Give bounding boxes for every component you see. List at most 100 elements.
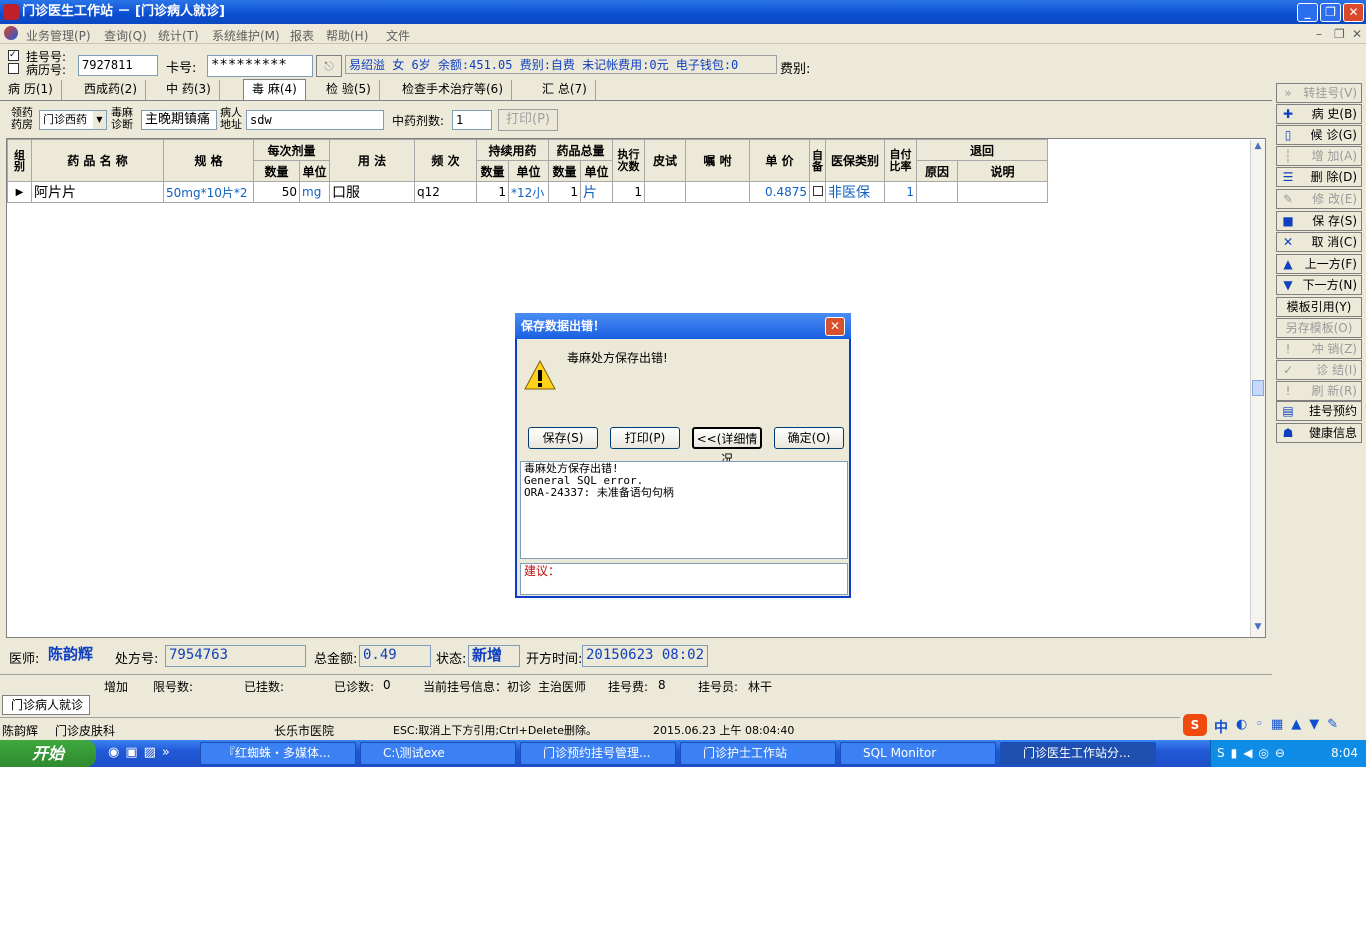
cell-desc[interactable] xyxy=(957,181,1048,203)
cell-reason[interactable] xyxy=(916,181,958,203)
dialog-ok-button[interactable]: 确定(O) xyxy=(774,427,844,449)
menu-stats[interactable]: 统计(T) xyxy=(158,27,199,44)
scroll-down-icon[interactable]: ▼ xyxy=(1252,622,1264,636)
right-button-icon: ✓ xyxy=(1282,363,1294,377)
tab-narcotic[interactable]: 毒 麻(4) xyxy=(243,79,306,100)
right-button-12[interactable]: ! 冲 销(Z) xyxy=(1276,339,1362,359)
chevron-down-icon[interactable]: ▼ xyxy=(93,111,106,129)
right-button-1[interactable]: ✚ 病 史(B) xyxy=(1276,104,1362,124)
dialog-advice-box[interactable]: 建议： xyxy=(520,563,848,595)
cell-usage[interactable]: 口服 xyxy=(329,181,415,203)
scroll-up-icon[interactable]: ▲ xyxy=(1252,141,1264,155)
menu-maintenance[interactable]: 系统维护(M) xyxy=(212,27,280,44)
patient-info: 易绍溢 女 6岁 余额:451.05 费别:自费 未记帐费用:0元 电子钱包:0 xyxy=(345,55,777,74)
table-row[interactable]: ▶ 阿片片 50mg*10片*2 50 mg 口服 q12 1 *12小 1 片… xyxy=(7,181,1048,203)
cell-name[interactable]: 阿片片 xyxy=(31,181,164,203)
start-button[interactable]: 开始 xyxy=(0,740,96,767)
tab-summary[interactable]: 汇 总(7) xyxy=(534,80,596,100)
addr-field[interactable]: sdw xyxy=(246,110,384,130)
right-button-8[interactable]: ▲ 上一方(F) xyxy=(1276,254,1362,274)
tab-lab[interactable]: 检 验(5) xyxy=(318,80,380,100)
tab-chinese[interactable]: 中 药(3) xyxy=(158,80,220,100)
tab-exam[interactable]: 检查手术治疗等(6) xyxy=(394,80,512,100)
cell-total-unit[interactable]: 片 xyxy=(580,181,613,203)
right-button-15[interactable]: ▤ 挂号预约 xyxy=(1276,401,1362,421)
menu-help[interactable]: 帮助(H) xyxy=(326,27,368,44)
cell-note[interactable] xyxy=(685,181,750,203)
status-bar-2: 陈韵辉 门诊皮肤科 长乐市医院 ESC:取消上下方引用;Ctrl+Delete删… xyxy=(0,717,1180,739)
cell-dose-unit[interactable]: mg xyxy=(299,181,330,203)
right-button-label: 保 存(S) xyxy=(1312,214,1357,228)
dialog-detail-box[interactable]: 毒麻处方保存出错! General SQL error. ORA-24337: … xyxy=(520,461,848,559)
tray-icons-icon[interactable]: S▮◀◎⊖ xyxy=(1217,740,1291,767)
addr-label: 病人地址 xyxy=(220,106,242,131)
ime-tools-icon[interactable]: ◐◦▦▲▼✎ xyxy=(1236,717,1346,732)
right-button-11[interactable]: 另存模板(O) xyxy=(1276,318,1362,338)
right-button-16[interactable]: ☗ 健康信息 xyxy=(1276,423,1362,443)
taskbar-item-appointment[interactable]: 门诊预约挂号管理... xyxy=(520,742,676,765)
cell-self-checkbox[interactable] xyxy=(809,181,826,203)
right-button-14[interactable]: ! 刷 新(R) xyxy=(1276,381,1362,401)
right-button-0[interactable]: » 转挂号(V) xyxy=(1276,83,1362,103)
menu-file[interactable]: 文件 xyxy=(386,27,410,44)
cell-total-qty[interactable]: 1 xyxy=(548,181,581,203)
reg-no-checkbox[interactable]: ✓ xyxy=(8,50,19,61)
cell-skin[interactable] xyxy=(644,181,686,203)
right-button-7[interactable]: ✕ 取 消(C) xyxy=(1276,232,1362,252)
maximize-button[interactable]: ❐ xyxy=(1320,3,1341,22)
print-button[interactable]: 打印(P) xyxy=(498,109,558,131)
menu-query[interactable]: 查询(Q) xyxy=(104,27,147,44)
total-label: 总金额: xyxy=(314,652,358,667)
status-hospital: 长乐市医院 xyxy=(274,724,335,738)
scroll-thumb[interactable] xyxy=(1252,380,1264,396)
tab-history[interactable]: 病 历(1) xyxy=(0,80,62,100)
right-button-4[interactable]: ☰ 删 除(D) xyxy=(1276,167,1362,187)
taskbar-item-redspider[interactable]: 『红蜘蛛・多媒体... xyxy=(200,742,356,765)
cell-cont-qty[interactable]: 1 xyxy=(476,181,509,203)
cell-spec[interactable]: 50mg*10片*2 xyxy=(163,181,254,203)
cell-ins[interactable]: 非医保 xyxy=(825,181,885,203)
mdi-close-icon[interactable]: ✕ xyxy=(1352,27,1362,41)
right-button-5[interactable]: ✎ 修 改(E) xyxy=(1276,189,1362,209)
minimize-button[interactable]: _ xyxy=(1297,3,1318,22)
cell-dose-qty[interactable]: 50 xyxy=(253,181,300,203)
mdi-restore-icon[interactable]: ❐ xyxy=(1334,27,1345,41)
right-button-6[interactable]: ■ 保 存(S) xyxy=(1276,211,1362,231)
diag-field[interactable]: 主晚期镇痛 xyxy=(141,110,217,130)
herb-stepper[interactable]: 1 xyxy=(452,110,492,130)
cell-cont-unit[interactable]: *12小 xyxy=(508,181,549,203)
cell-freq[interactable]: q12 xyxy=(414,181,477,203)
sogou-icon[interactable]: S xyxy=(1183,714,1207,736)
card-field[interactable]: ********* xyxy=(207,55,313,77)
tab-western[interactable]: 西成药(2) xyxy=(76,80,146,100)
taskbar-item-sql-monitor[interactable]: SQL Monitor xyxy=(840,742,996,765)
dialog-save-button[interactable]: 保存(S) xyxy=(528,427,598,449)
taskbar-item-doctor[interactable]: 门诊医生工作站分... xyxy=(1000,742,1156,765)
dialog-details-button[interactable]: <<(详细情况 xyxy=(692,427,762,466)
taskbar-item-folder[interactable]: C:\测试exe xyxy=(360,742,516,765)
card-reader-icon[interactable]: ⎋ xyxy=(316,55,342,77)
vertical-scrollbar[interactable]: ▲ ▼ xyxy=(1250,140,1265,637)
cell-ratio[interactable]: 1 xyxy=(884,181,917,203)
close-button[interactable]: ✕ xyxy=(1343,3,1364,22)
mdi-min-icon[interactable]: – xyxy=(1316,27,1322,41)
right-button-icon: » xyxy=(1284,86,1292,100)
right-button-2[interactable]: ▯ 候 诊(G) xyxy=(1276,125,1362,145)
right-button-3[interactable]: ┆ 增 加(A) xyxy=(1276,146,1362,166)
right-button-10[interactable]: 模板引用(Y) xyxy=(1276,297,1362,317)
dialog-print-button[interactable]: 打印(P) xyxy=(610,427,680,449)
right-button-label: 增 加(A) xyxy=(1311,149,1357,163)
record-no-checkbox[interactable] xyxy=(8,63,19,74)
right-button-13[interactable]: ✓ 诊 结(I) xyxy=(1276,360,1362,380)
window-tab[interactable]: 门诊病人就诊 xyxy=(2,695,90,715)
quick-launch-icon[interactable]: ◉▣▨» xyxy=(108,745,176,760)
taskbar-item-nurse[interactable]: 门诊护士工作站 xyxy=(680,742,836,765)
right-button-9[interactable]: ▼ 下一方(N) xyxy=(1276,275,1362,295)
cell-exec[interactable]: 1 xyxy=(612,181,645,203)
record-no-field[interactable]: 7927811 xyxy=(78,55,158,76)
ime-mode[interactable]: 中 xyxy=(1214,717,1228,737)
menu-reports[interactable]: 报表 xyxy=(290,27,314,44)
menu-business[interactable]: 业务管理(P) xyxy=(26,27,91,44)
cell-price[interactable]: 0.4875 xyxy=(749,181,810,203)
dialog-close-icon[interactable]: ✕ xyxy=(825,317,845,336)
